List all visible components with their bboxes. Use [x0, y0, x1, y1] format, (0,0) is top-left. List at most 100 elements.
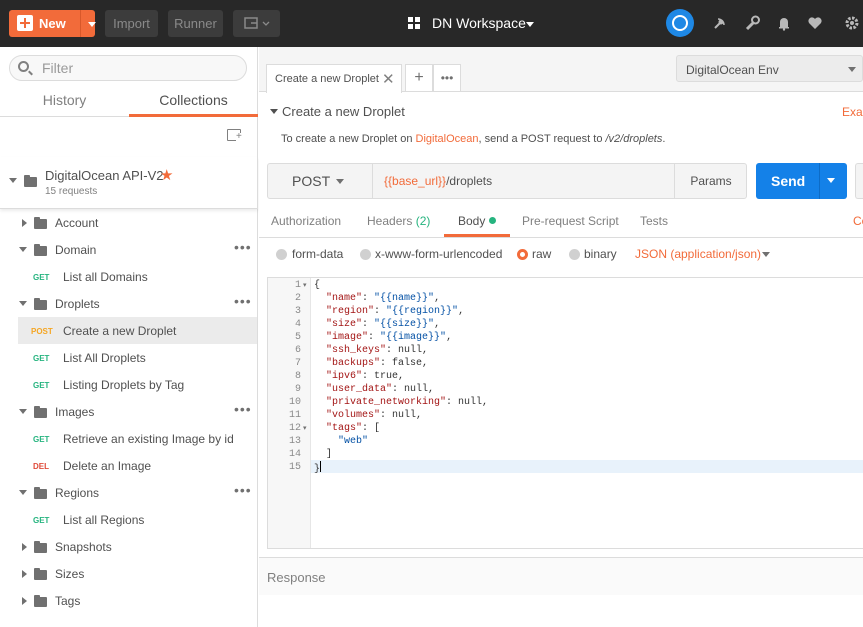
- folder-icon: [34, 244, 47, 256]
- line-number: 2: [294, 293, 301, 304]
- radio-raw[interactable]: [517, 249, 528, 260]
- code-line: "ipv6": true,: [326, 371, 405, 382]
- filter-box[interactable]: [9, 55, 247, 81]
- new-button[interactable]: New: [9, 10, 96, 37]
- tab-body[interactable]: Body: [458, 214, 497, 228]
- folder-snapshots[interactable]: Snapshots: [0, 533, 258, 560]
- line-number: 4: [294, 319, 301, 330]
- method-select[interactable]: POST: [268, 164, 373, 198]
- content-type-select[interactable]: JSON (application/json): [635, 247, 770, 261]
- request-delete-image[interactable]: DEL Delete an Image: [0, 452, 258, 479]
- chevron-down-icon[interactable]: [19, 301, 27, 306]
- close-icon[interactable]: ✕: [382, 70, 395, 88]
- fold-caret-icon[interactable]: ▾: [303, 279, 307, 292]
- heart-icon[interactable]: [807, 15, 823, 31]
- import-button[interactable]: Import: [105, 10, 158, 37]
- chevron-down-icon[interactable]: [9, 178, 17, 183]
- request-label: List All Droplets: [63, 351, 146, 365]
- send-label: Send: [771, 173, 806, 189]
- request-list-all-domains[interactable]: GET List all Domains: [0, 263, 258, 290]
- folder-sizes[interactable]: Sizes: [0, 560, 258, 587]
- method-badge: GET: [33, 354, 50, 363]
- line-number: 11: [288, 410, 301, 421]
- folder-tags[interactable]: Tags: [0, 587, 258, 614]
- new-collection-icon[interactable]: [227, 129, 242, 141]
- environment-select[interactable]: DigitalOcean Env: [676, 55, 863, 82]
- bell-icon[interactable]: [776, 15, 792, 31]
- radio-binary[interactable]: [569, 249, 580, 260]
- folder-regions[interactable]: Regions •••: [0, 479, 258, 506]
- chevron-down-icon[interactable]: [19, 409, 27, 414]
- folder-icon: [24, 175, 37, 187]
- collapse-caret-icon[interactable]: [270, 109, 278, 114]
- folder-label: Domain: [55, 243, 97, 257]
- chevron-right-icon[interactable]: [22, 570, 27, 578]
- send-button[interactable]: Send: [756, 163, 847, 199]
- examples-link[interactable]: Exar: [842, 105, 863, 119]
- settings-icon[interactable]: [843, 15, 859, 31]
- folder-icon: [34, 595, 47, 607]
- tab-authorization[interactable]: Authorization: [271, 214, 341, 228]
- filter-input[interactable]: [42, 60, 232, 76]
- collection-header[interactable]: DigitalOcean API-V2 ★ 15 requests: [0, 157, 258, 209]
- request-create-droplet[interactable]: POST Create a new Droplet: [18, 317, 257, 344]
- workspace-name: DN Workspace: [432, 15, 526, 31]
- folder-images[interactable]: Images •••: [0, 398, 258, 425]
- send-dropdown-caret-icon[interactable]: [827, 178, 835, 183]
- chevron-right-icon[interactable]: [22, 597, 27, 605]
- tab-history[interactable]: History: [0, 87, 129, 117]
- radio-form-data[interactable]: [276, 249, 287, 260]
- request-title-text: Create a new Droplet: [282, 104, 405, 119]
- tab-prerequest-script[interactable]: Pre-request Script: [522, 214, 619, 228]
- new-dropdown-caret-icon[interactable]: [88, 22, 96, 27]
- url-input[interactable]: {{base_url}}/droplets: [384, 174, 492, 188]
- request-list-all-regions[interactable]: GET List all Regions: [0, 506, 258, 533]
- request-listing-droplets-by-tag[interactable]: GET Listing Droplets by Tag: [0, 371, 258, 398]
- chevron-down-icon[interactable]: [19, 247, 27, 252]
- sync-icon[interactable]: [666, 9, 694, 37]
- radio-urlencoded[interactable]: [360, 249, 371, 260]
- params-button[interactable]: Params: [674, 164, 747, 198]
- save-button[interactable]: [855, 163, 863, 199]
- code-editor[interactable]: 1 ▾{2 "name": "{{name}}", 3 "region": "{{r…: [267, 277, 863, 549]
- star-icon[interactable]: ★: [160, 166, 173, 184]
- tab-collections[interactable]: Collections: [129, 87, 258, 117]
- more-options-icon[interactable]: •••: [234, 483, 252, 497]
- request-tab[interactable]: Create a new Droplet ✕: [266, 64, 402, 93]
- digitalocean-link[interactable]: DigitalOcean: [416, 133, 479, 145]
- tab-options-button[interactable]: •••: [433, 64, 461, 92]
- new-window-button[interactable]: [233, 10, 280, 37]
- fold-caret-icon[interactable]: ▾: [303, 422, 307, 435]
- folder-account[interactable]: Account: [0, 209, 258, 236]
- chevron-down-icon[interactable]: [19, 490, 27, 495]
- wrench-icon[interactable]: [744, 15, 760, 31]
- more-options-icon[interactable]: •••: [234, 294, 252, 308]
- cookies-link[interactable]: Co: [853, 214, 863, 228]
- folder-label: Tags: [55, 594, 81, 608]
- more-options-icon[interactable]: •••: [234, 402, 252, 416]
- url-bar: POST {{base_url}}/droplets Params: [267, 163, 747, 199]
- request-list-all-droplets[interactable]: GET List All Droplets: [0, 344, 258, 371]
- request-retrieve-image[interactable]: GET Retrieve an existing Image by id: [0, 425, 258, 452]
- satellite-icon[interactable]: [712, 15, 728, 31]
- folder-droplets[interactable]: Droplets •••: [0, 290, 258, 317]
- runner-button[interactable]: Runner: [168, 10, 223, 37]
- new-tab-button[interactable]: +: [405, 64, 433, 92]
- chevron-right-icon[interactable]: [22, 219, 27, 227]
- code-line: "backups": false,: [326, 358, 429, 369]
- line-number: 5: [294, 332, 301, 343]
- chevron-right-icon[interactable]: [22, 543, 27, 551]
- folder-icon: [34, 298, 47, 310]
- label-binary: binary: [584, 247, 617, 261]
- folder-icon: [34, 568, 47, 580]
- more-options-icon[interactable]: •••: [234, 240, 252, 254]
- method-label: POST: [292, 173, 331, 189]
- top-bar: New Import Runner DN Workspace: [0, 0, 863, 47]
- line-number: 9: [294, 384, 301, 395]
- folder-domain[interactable]: Domain •••: [0, 236, 258, 263]
- chevron-down-icon: [526, 22, 534, 27]
- folder-icon: [34, 217, 47, 229]
- tab-headers[interactable]: Headers (2): [367, 214, 430, 228]
- tab-tests[interactable]: Tests: [640, 214, 668, 228]
- request-tab-bar: Create a new Droplet ✕ + ••• DigitalOcea…: [259, 47, 863, 93]
